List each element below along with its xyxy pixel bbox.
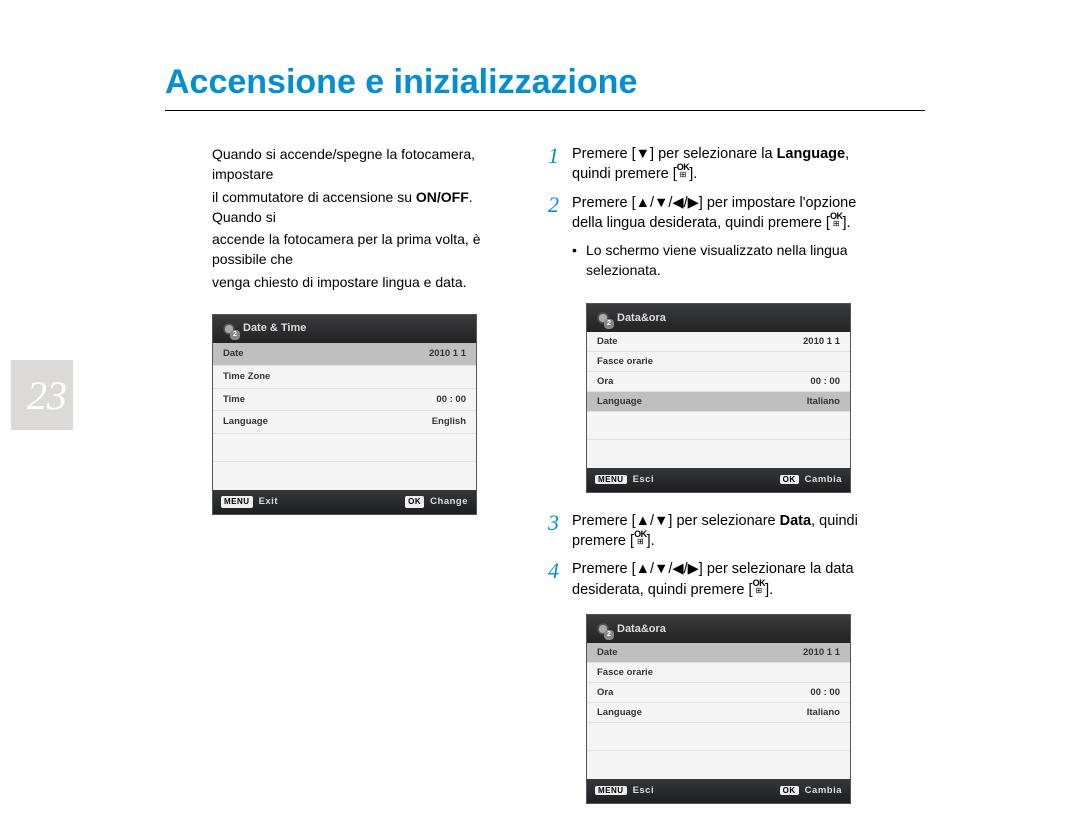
screenshot-title: Data&ora	[617, 623, 666, 635]
cambia-label: Cambia	[805, 785, 842, 796]
cambia-label: Cambia	[805, 474, 842, 485]
step-number: 3	[548, 511, 572, 535]
step-number: 1	[548, 144, 572, 168]
table-row	[587, 412, 850, 440]
screenshot-data-ora-2: 2 Data&ora Date2010 1 1 Fasce orarie Ora…	[586, 614, 851, 804]
gear-icon: 2	[595, 310, 611, 326]
intro-line4: venga chiesto di impostare lingua e data…	[212, 272, 518, 292]
page-title: Accensione e inizializzazione	[165, 63, 637, 102]
left-column: Quando si accende/spegne la fotocamera, …	[212, 144, 518, 515]
ok-icon: OK⊞	[634, 530, 647, 545]
screenshot-header: 2 Data&ora	[587, 304, 850, 332]
ok-key: OK	[780, 786, 799, 795]
table-row: Fasce orarie	[587, 663, 850, 683]
screenshot-footer: MENU Esci OK Cambia	[587, 468, 850, 492]
menu-key: MENU	[595, 475, 627, 484]
page-divider	[165, 110, 925, 111]
screenshot-body: Date2010 1 1 Fasce orarie Ora00 : 00 Lan…	[587, 332, 850, 468]
step-number: 2	[548, 193, 572, 217]
ok-icon: OK⊞	[753, 579, 766, 594]
step-4: 4 Premere [▲/▼/◀/▶] per selezionare la d…	[548, 559, 924, 600]
step-2: 2 Premere [▲/▼/◀/▶] per impostare l'opzi…	[548, 193, 924, 234]
table-row: LanguageItaliano	[587, 392, 850, 412]
intro-line1: Quando si accende/spegne la fotocamera, …	[212, 144, 518, 185]
ok-icon: OK⊞	[677, 163, 690, 178]
table-row: Ora00 : 00	[587, 683, 850, 703]
gear-icon: 2	[595, 621, 611, 637]
table-row: Fasce orarie	[587, 352, 850, 372]
table-row: Date2010 1 1	[587, 332, 850, 352]
screenshot-header: 2 Data&ora	[587, 615, 850, 643]
table-row: LanguageItaliano	[587, 703, 850, 723]
table-row: Time 00 : 00	[213, 389, 476, 412]
esci-label: Esci	[633, 785, 655, 796]
menu-key: MENU	[595, 786, 627, 795]
intro-line3: accende la fotocamera per la prima volta…	[212, 229, 518, 270]
step-number: 4	[548, 559, 572, 583]
screenshot-title: Date & Time	[243, 321, 306, 337]
table-row	[587, 723, 850, 751]
table-row: Language English	[213, 411, 476, 434]
intro-line2: il commutatore di accensione su ON/OFF. …	[212, 187, 518, 228]
ok-key: OK	[405, 496, 424, 508]
menu-key: MENU	[221, 496, 253, 508]
step-2-bullet: Lo schermo viene visualizzato nella ling…	[586, 241, 924, 280]
screenshot-footer: MENU Esci OK Cambia	[587, 779, 850, 803]
table-row: Date2010 1 1	[587, 643, 850, 663]
gear-icon: 2	[221, 321, 237, 337]
table-row	[213, 434, 476, 462]
page-number: 23	[11, 360, 73, 430]
table-row: Date 2010 1 1	[213, 343, 476, 366]
change-label: Change	[430, 495, 468, 509]
table-row: Ora00 : 00	[587, 372, 850, 392]
screenshot-date-time: 2 Date & Time Date 2010 1 1 Time Zone Ti…	[212, 314, 477, 515]
exit-label: Exit	[259, 495, 278, 509]
right-column: 1 Premere [▼] per selezionare la Languag…	[548, 144, 924, 822]
screenshot-footer: MENU Exit OK Change	[213, 490, 476, 514]
screenshot-title: Data&ora	[617, 312, 666, 324]
screenshot-data-ora-1: 2 Data&ora Date2010 1 1 Fasce orarie Ora…	[586, 303, 851, 493]
table-row	[587, 440, 850, 468]
ok-key: OK	[780, 475, 799, 484]
screenshot-body: Date2010 1 1 Fasce orarie Ora00 : 00 Lan…	[587, 643, 850, 779]
step-3: 3 Premere [▲/▼] per selezionare Data, qu…	[548, 511, 924, 552]
table-row	[213, 462, 476, 490]
table-row: Time Zone	[213, 366, 476, 389]
screenshot-body: Date 2010 1 1 Time Zone Time 00 : 00 Lan…	[213, 343, 476, 490]
screenshot-header: 2 Date & Time	[213, 315, 476, 343]
step-1: 1 Premere [▼] per selezionare la Languag…	[548, 144, 924, 185]
table-row	[587, 751, 850, 779]
esci-label: Esci	[633, 474, 655, 485]
ok-icon: OK⊞	[830, 212, 843, 227]
